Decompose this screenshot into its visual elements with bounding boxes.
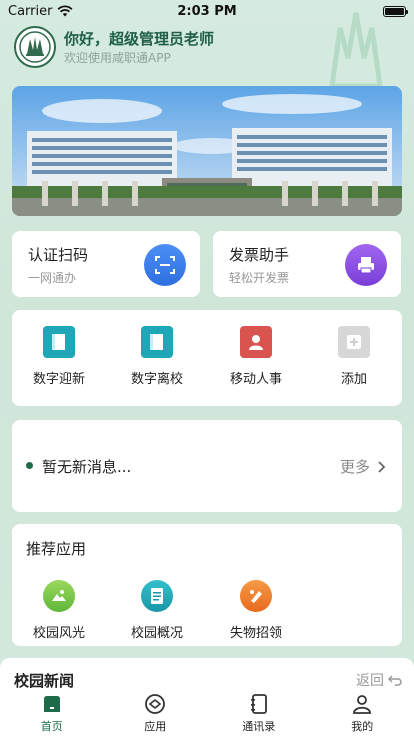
app-label: 失物招领 — [229, 626, 282, 641]
app-mobile-hr[interactable]: 移动人事 — [216, 326, 296, 387]
tab-apps[interactable]: 应用 — [104, 690, 208, 736]
invoice-assistant-card[interactable]: 发票助手 轻松开发票 — [213, 231, 401, 297]
app-label: 添加 — [340, 372, 367, 387]
plus-icon — [338, 326, 370, 358]
more-link[interactable]: 更多 — [340, 456, 386, 477]
wifi-icon — [58, 5, 73, 17]
contacts-icon — [207, 692, 311, 716]
tab-label: 首页 — [40, 720, 63, 733]
greeting-block: 你好，超级管理员老师 欢迎使用咸职通APP — [64, 28, 214, 66]
message-dot — [26, 462, 33, 469]
message-card[interactable]: 暂无新消息... 更多 — [12, 420, 402, 512]
app-lost-and-found[interactable]: 失物招领 — [216, 580, 296, 641]
news-title: 校园新闻 — [14, 672, 75, 690]
scan-auth-card[interactable]: 认证扫码 一网通办 — [12, 231, 200, 297]
app-digital-enrollment[interactable]: 数字迎新 — [19, 326, 99, 387]
app-label: 数字迎新 — [32, 372, 85, 387]
tab-home[interactable]: 首页 — [0, 690, 104, 736]
campus-photo — [12, 86, 402, 216]
apps-icon — [104, 692, 208, 716]
profile-icon — [311, 692, 414, 716]
lost-found-icon — [240, 580, 272, 612]
recommended-apps-card: 推荐应用 校园风光 校园概况 失物招领 — [12, 524, 402, 646]
app-campus-scenery[interactable]: 校园风光 — [19, 580, 99, 641]
more-label: 更多 — [339, 458, 370, 476]
school-logo — [14, 26, 56, 68]
home-icon — [0, 692, 104, 716]
back-button[interactable]: 返回 — [356, 670, 402, 690]
header: 你好，超级管理员老师 欢迎使用咸职通APP — [14, 26, 214, 68]
scan-icon — [144, 244, 186, 286]
book-icon — [43, 326, 75, 358]
app-label: 数字离校 — [130, 372, 183, 387]
landscape-icon — [43, 580, 75, 612]
apps-grid: 数字迎新 数字离校 移动人事 添加 — [12, 310, 402, 406]
campus-banner[interactable] — [12, 86, 402, 216]
app-label: 校园概况 — [130, 626, 183, 641]
tab-contacts[interactable]: 通讯录 — [207, 690, 311, 736]
tab-label: 应用 — [144, 720, 167, 733]
printer-icon — [345, 244, 387, 286]
app-add[interactable]: 添加 — [314, 326, 394, 387]
tab-bar: 首页 应用 通讯录 我的 — [0, 690, 414, 736]
return-icon — [388, 675, 402, 686]
message-text: 暂无新消息... — [42, 458, 132, 476]
greeting-subtitle: 欢迎使用咸职通APP — [64, 51, 171, 65]
app-label: 校园风光 — [32, 626, 85, 641]
decorative-building-graphic — [329, 12, 383, 88]
person-card-icon — [240, 326, 272, 358]
tab-label: 通讯录 — [242, 720, 276, 733]
book-icon — [141, 326, 173, 358]
tab-label: 我的 — [351, 720, 374, 733]
document-icon — [141, 580, 173, 612]
app-label: 移动人事 — [229, 372, 282, 387]
carrier-label: Carrier — [8, 3, 53, 19]
status-left: Carrier — [8, 4, 73, 19]
app-campus-overview[interactable]: 校园概况 — [117, 580, 197, 641]
chevron-right-icon — [378, 460, 386, 473]
app-digital-departure[interactable]: 数字离校 — [117, 326, 197, 387]
greeting-title: 你好，超级管理员老师 — [64, 30, 215, 48]
back-label: 返回 — [356, 673, 384, 689]
recommended-title: 推荐应用 — [26, 540, 87, 558]
tab-profile[interactable]: 我的 — [311, 690, 414, 736]
